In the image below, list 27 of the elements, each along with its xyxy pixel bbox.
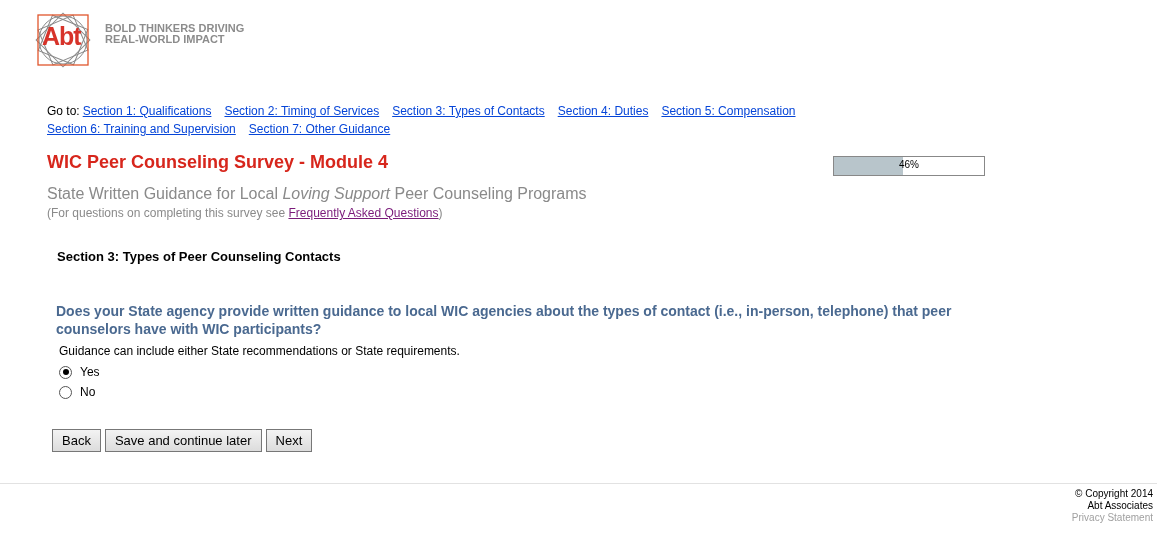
section-link[interactable]: Section 4: Duties [557,102,649,120]
section-link[interactable]: Section 7: Other Guidance [248,120,391,138]
nav-button[interactable]: Back [52,429,101,452]
section-link[interactable]: Section 5: Compensation [661,102,796,120]
goto-label: Go to: [47,103,80,120]
survey-subtitle: State Written Guidance for Local Loving Support Peer Counseling Programs [47,185,588,203]
nav-button[interactable]: Save and continue later [104,429,262,452]
progress-percent: 46% [899,159,919,170]
survey-title: WIC Peer Counseling Survey - Module 4 [47,151,390,173]
answer-option[interactable]: No [59,385,96,399]
nav-button[interactable]: Next [265,429,313,452]
question-hint: Guidance can include either State recommendations or State requirements. [59,344,461,358]
section-link[interactable]: Section 6: Training and Supervision [47,120,236,138]
answer-option[interactable]: Yes [59,365,100,379]
section-link[interactable]: Section 2: Timing of Services [224,102,380,120]
company-name: Abt Associates [1087,500,1153,512]
logo-wordmark: Abt [42,22,81,51]
question-text: Does your State agency provide written guidance to local WIC agencies about the types of contact (i.e., in-person, telephone) that peer counselors have with WIC participants? [56,302,953,338]
help-text: (For questions on completing this survey see Frequently Asked Questions) [47,206,444,220]
section-link[interactable]: Section 3: Types of Contacts [392,102,545,120]
radio-button[interactable] [59,385,72,399]
section-link[interactable]: Section 1: Qualifications [82,102,212,120]
faq-link[interactable]: Frequently Asked Questions [288,206,439,220]
radio-button[interactable] [59,365,72,379]
logo-tagline: BOLD THINKERS DRIVING REAL-WORLD IMPACT [105,23,245,45]
copyright-text: © Copyright 2014 [1075,488,1153,500]
section-heading: Section 3: Types of Peer Counseling Contacts [57,249,342,264]
